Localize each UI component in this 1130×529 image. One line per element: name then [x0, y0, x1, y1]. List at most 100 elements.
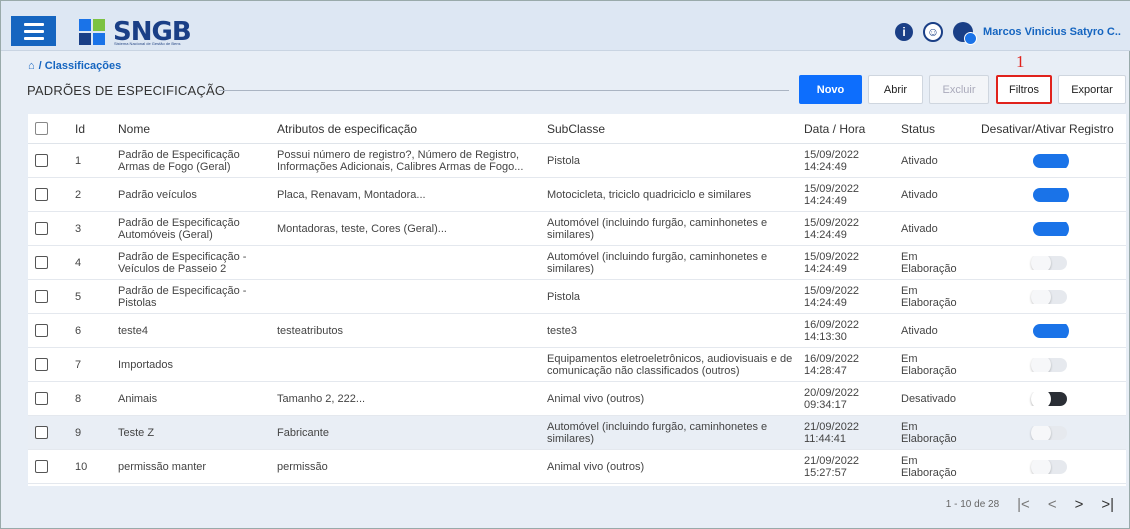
first-page-icon[interactable]: |<	[1017, 496, 1030, 513]
row-checkbox[interactable]	[35, 392, 48, 405]
cell-data-hora: 21/09/2022 15:27:57	[804, 454, 860, 479]
status-toggle-switch[interactable]	[1030, 357, 1067, 372]
header-toggle[interactable]: Desativar/Ativar Registro	[981, 123, 1126, 135]
cell-id: 8	[75, 392, 82, 405]
status-toggle-switch[interactable]	[1032, 153, 1069, 168]
cell-status: Em Elaboração	[901, 352, 957, 377]
row-checkbox[interactable]	[35, 256, 48, 269]
cell-id: 4	[75, 256, 82, 269]
table-row[interactable]: 10 permissão manter permissão Animal vivo (…	[28, 450, 1126, 484]
table-row[interactable]: 1 Padrão de Especificação Armas de Fogo (…	[28, 144, 1126, 178]
cell-status: Em Elaboração	[901, 420, 957, 445]
title-divider	[219, 90, 789, 91]
status-toggle-switch[interactable]	[1030, 391, 1067, 406]
top-bar: SNGB Sistema Nacional de Gestão de Bens …	[1, 1, 1130, 51]
status-toggle-switch[interactable]	[1030, 425, 1067, 440]
cell-subclasse: Animal vivo (outros)	[547, 460, 645, 473]
logo-mark-icon	[79, 19, 109, 45]
row-checkbox[interactable]	[35, 290, 48, 303]
cell-status: Desativado	[901, 392, 957, 405]
row-checkbox[interactable]	[35, 222, 48, 235]
status-toggle-switch[interactable]	[1030, 459, 1067, 474]
status-toggle-switch[interactable]	[1032, 187, 1069, 202]
cell-id: 6	[75, 324, 82, 337]
accessibility-icon[interactable]: ☺	[923, 22, 944, 42]
toggle-cell	[981, 459, 1126, 474]
row-checkbox[interactable]	[35, 358, 48, 371]
cell-subclasse: Pistola	[547, 154, 581, 167]
cell-status: Ativado	[901, 324, 938, 337]
breadcrumb-classificacoes[interactable]: / Classificações	[39, 60, 122, 72]
prev-page-icon[interactable]: <	[1048, 496, 1057, 513]
breadcrumb: ⌂ / Classificações	[28, 60, 121, 72]
status-toggle-switch[interactable]	[1032, 323, 1069, 338]
cell-nome: Padrão de Especificação Automóveis (Gera…	[118, 216, 240, 241]
header-nome[interactable]: Nome	[118, 123, 277, 135]
user-name[interactable]: Marcos Vinicius Satyro C..	[983, 26, 1121, 38]
row-checkbox[interactable]	[35, 460, 48, 473]
cell-subclasse: Automóvel (incluindo furgão, caminhonete…	[547, 250, 768, 275]
pagination-range: 1 - 10 de 28	[945, 499, 1000, 510]
table-row[interactable]: 9 Teste Z Fabricante Automóvel (incluindo f…	[28, 416, 1126, 450]
cell-id: 5	[75, 290, 82, 303]
logo-subtitle: Sistema Nacional de Gestão de Bens	[114, 41, 181, 46]
cell-status: Ativado	[901, 188, 938, 201]
table-body: 1 Padrão de Especificação Armas de Fogo (…	[28, 144, 1126, 484]
cell-data-hora: 15/09/2022 14:24:49	[804, 182, 860, 207]
cell-id: 9	[75, 426, 82, 439]
header-data-hora[interactable]: Data / Hora	[804, 123, 901, 135]
cell-atributos: Tamanho 2, 222...	[277, 392, 366, 405]
home-icon[interactable]: ⌂	[28, 60, 35, 72]
cell-status: Em Elaboração	[901, 454, 957, 479]
cell-nome: Padrão de Especificação Armas de Fogo (G…	[118, 148, 240, 173]
table-row[interactable]: 3 Padrão de Especificação Automóveis (Ger…	[28, 212, 1126, 246]
cell-nome: Importados	[118, 358, 174, 371]
select-all-checkbox[interactable]	[35, 122, 48, 135]
table-row[interactable]: 7 Importados Equipamentos eletroeletrônico…	[28, 348, 1126, 382]
hamburger-menu-button[interactable]	[11, 16, 56, 46]
cell-subclasse: Animal vivo (outros)	[547, 392, 645, 405]
table-row[interactable]: 4 Padrão de Especificação - Veículos de P…	[28, 246, 1126, 280]
status-toggle-switch[interactable]	[1030, 289, 1067, 304]
exportar-button[interactable]: Exportar	[1058, 75, 1126, 104]
cell-data-hora: 21/09/2022 11:44:41	[804, 420, 860, 445]
header-id[interactable]: Id	[72, 123, 118, 135]
header-status[interactable]: Status	[901, 123, 981, 135]
novo-button[interactable]: Novo	[799, 75, 862, 104]
info-icon[interactable]: i	[895, 23, 914, 41]
cell-atributos: Montadoras, teste, Cores (Geral)...	[277, 222, 447, 235]
cell-nome: teste4	[118, 324, 148, 337]
table-row[interactable]: 8 Animais Tamanho 2, 222... Animal vivo (ou…	[28, 382, 1126, 416]
toggle-cell	[981, 391, 1126, 406]
row-checkbox[interactable]	[35, 154, 48, 167]
cell-status: Em Elaboração	[901, 250, 957, 275]
cell-subclasse: Automóvel (incluindo furgão, caminhonete…	[547, 216, 768, 241]
row-checkbox[interactable]	[35, 426, 48, 439]
status-toggle-switch[interactable]	[1030, 255, 1067, 270]
header-atributos[interactable]: Atributos de especificação	[277, 123, 547, 135]
excluir-button[interactable]: Excluir	[929, 75, 989, 104]
row-checkbox[interactable]	[35, 324, 48, 337]
cell-subclasse: Automóvel (incluindo furgão, caminhonete…	[547, 420, 768, 445]
header-subclasse[interactable]: SubClasse	[547, 123, 804, 135]
toggle-cell	[981, 221, 1126, 236]
table-row[interactable]: 2 Padrão veículos Placa, Renavam, Montador…	[28, 178, 1126, 212]
cell-atributos: permissão	[277, 460, 328, 473]
cell-status: Em Elaboração	[901, 284, 957, 309]
cell-nome: permissão manter	[118, 460, 207, 473]
abrir-button[interactable]: Abrir	[868, 75, 923, 104]
menu-line	[23, 29, 44, 33]
table-row[interactable]: 5 Padrão de Especificação - Pistolas Pisto…	[28, 280, 1126, 314]
table-row[interactable]: 6 teste4 testeatributos teste3 16/09/2022 14…	[28, 314, 1126, 348]
next-page-icon[interactable]: >	[1075, 496, 1084, 513]
cell-data-hora: 16/09/2022 14:28:47	[804, 352, 860, 377]
row-checkbox[interactable]	[35, 188, 48, 201]
logo[interactable]: SNGB Sistema Nacional de Gestão de Bens	[79, 14, 192, 50]
cell-nome: Padrão de Especificação - Veículos de Pa…	[118, 250, 247, 275]
status-toggle-switch[interactable]	[1032, 221, 1069, 236]
user-avatar-icon[interactable]	[953, 22, 978, 45]
menu-line	[23, 22, 44, 26]
pagination: 1 - 10 de 28 |< < > >|	[946, 496, 1114, 513]
filtros-button[interactable]: Filtros	[996, 75, 1052, 104]
last-page-icon[interactable]: >|	[1101, 496, 1114, 513]
